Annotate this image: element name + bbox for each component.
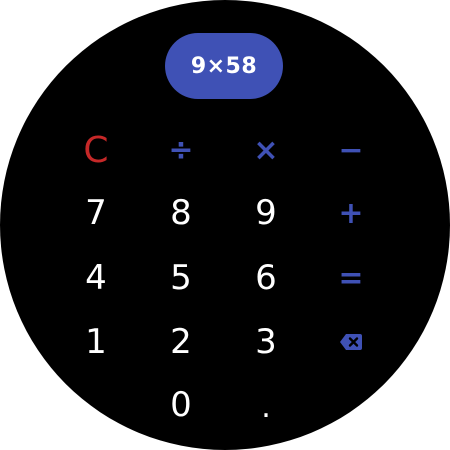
decimal-point-button[interactable]: . <box>236 382 296 432</box>
digit-1-button[interactable]: 1 <box>66 317 126 367</box>
multiply-button[interactable]: × <box>236 125 296 175</box>
digit-2-button[interactable]: 2 <box>151 317 211 367</box>
digit-0-button[interactable]: 0 <box>151 380 211 430</box>
expression-text: 9×58 <box>190 53 258 79</box>
clear-button[interactable]: C <box>66 125 126 175</box>
expression-display: 9×58 <box>165 33 283 99</box>
digit-4-button[interactable]: 4 <box>66 253 126 303</box>
backspace-button[interactable] <box>321 317 381 367</box>
digit-8-button[interactable]: 8 <box>151 188 211 238</box>
digit-3-button[interactable]: 3 <box>236 317 296 367</box>
plus-button[interactable]: + <box>321 188 381 238</box>
calculator-watch-face: 9×58 C ÷ × − 7 8 9 + 4 5 6 = 1 2 3 0 . <box>0 0 450 450</box>
minus-button[interactable]: − <box>321 125 381 175</box>
equals-button[interactable]: = <box>321 253 381 303</box>
digit-6-button[interactable]: 6 <box>236 253 296 303</box>
digit-7-button[interactable]: 7 <box>66 188 126 238</box>
divide-button[interactable]: ÷ <box>151 125 211 175</box>
backspace-icon <box>340 334 362 350</box>
digit-9-button[interactable]: 9 <box>236 188 296 238</box>
digit-5-button[interactable]: 5 <box>151 253 211 303</box>
